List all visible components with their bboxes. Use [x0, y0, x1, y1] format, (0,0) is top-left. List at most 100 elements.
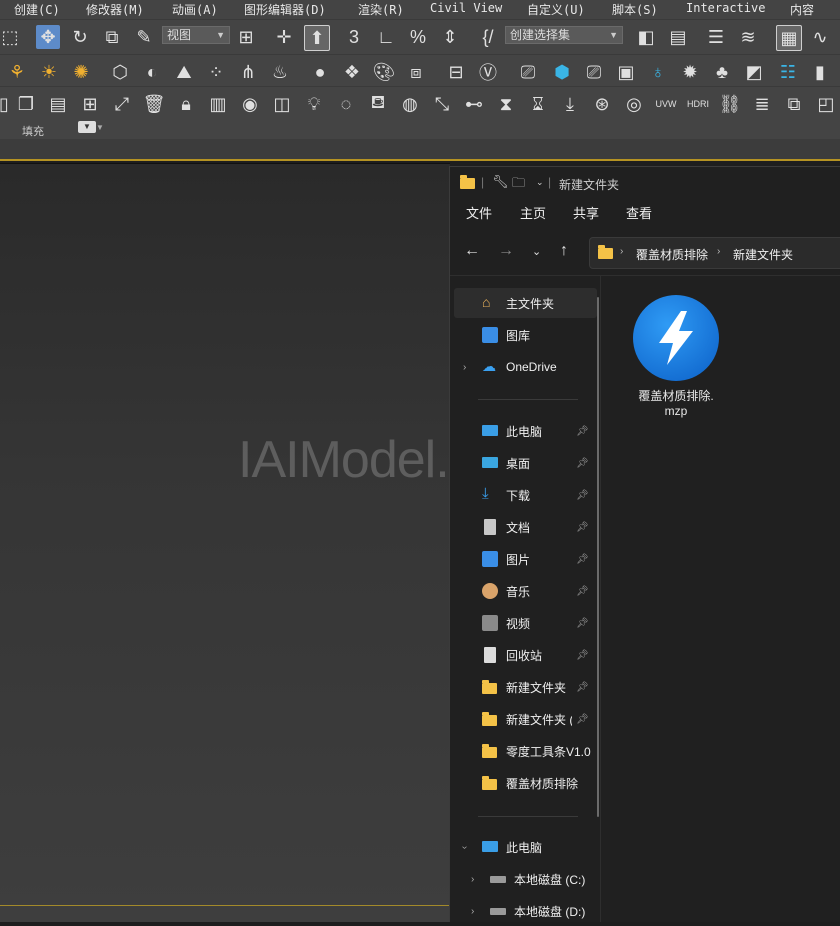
pin-icon[interactable]: 📌︎ [576, 490, 589, 501]
expand-icon[interactable]: ⤢ [110, 92, 134, 116]
sphere-map-icon[interactable]: ◐ [140, 60, 164, 84]
hdri-icon[interactable]: HDRI [686, 92, 710, 116]
properties-icon[interactable]: 🔧︎ [492, 174, 509, 190]
select-region-icon[interactable]: ⬚ [0, 25, 22, 49]
chevron-down-icon[interactable]: ⌄ [536, 177, 544, 188]
menu-create[interactable]: 创建(C) [14, 1, 60, 18]
paint-select-icon[interactable]: ✎ [132, 25, 156, 49]
nav-item-pictures[interactable]: 图片 📌︎ [454, 544, 597, 574]
video-camera-icon[interactable]: ⎚ [582, 60, 606, 84]
uvw-icon[interactable]: UVW [654, 92, 678, 116]
nav-item-drive-d[interactable]: › 本地磁盘 (D:) [454, 896, 597, 926]
shapes-icon[interactable]: ◰ [814, 92, 838, 116]
chevron-right-icon[interactable]: › [463, 362, 466, 373]
chevron-down-icon[interactable]: › [459, 845, 470, 848]
nav-item-folder[interactable]: 覆盖材质排除 [454, 768, 597, 798]
v-logo-icon[interactable]: Ⓥ [476, 60, 500, 84]
tab-file[interactable]: 文件 [466, 203, 492, 222]
transform-icon[interactable]: ⤡ [430, 92, 454, 116]
nav-item-drive-c[interactable]: › 本地磁盘 (C:) [454, 864, 597, 894]
menu-interactive[interactable]: Interactive [686, 1, 765, 15]
nav-item-downloads[interactable]: ⤓ 下载 📌︎ [454, 480, 597, 510]
forward-arrow-icon[interactable]: → [498, 242, 514, 260]
trash-icon[interactable]: 🗑︎ [142, 92, 166, 116]
grass-icon[interactable]: ⋔ [236, 60, 260, 84]
layers-icon[interactable]: ≣ [750, 92, 774, 116]
pin-icon[interactable]: 📌︎ [576, 426, 589, 437]
light-bulb-icon[interactable]: ⚘ [5, 60, 29, 84]
mirror-icon[interactable]: ◧ [634, 25, 658, 49]
material-sphere-icon[interactable]: ● [308, 60, 332, 84]
pin-icon[interactable]: 📌︎ [576, 618, 589, 629]
steering-icon[interactable]: ⊛ [590, 92, 614, 116]
tab-share[interactable]: 共享 [573, 203, 599, 222]
list-icon[interactable]: ☷ [776, 60, 800, 84]
fire-icon[interactable]: ♨ [268, 60, 292, 84]
render-icon[interactable]: ⧈ [404, 60, 428, 84]
align-bars-icon[interactable]: ⧗ [494, 92, 518, 116]
select-manipulate-icon[interactable]: ✛ [272, 25, 296, 49]
chevron-right-icon[interactable]: › [471, 906, 474, 917]
menu-animation[interactable]: 动画(A) [172, 1, 218, 18]
pin-icon[interactable]: 📌︎ [576, 458, 589, 469]
viewport[interactable] [0, 163, 450, 922]
import-icon[interactable]: ⤓ [558, 92, 582, 116]
lock-icon[interactable]: 🔒︎ [174, 92, 198, 116]
palette-icon[interactable]: 🎨︎ [372, 60, 396, 84]
file-item[interactable]: 覆盖材质排除. mzp [630, 295, 722, 418]
edit-named-selection-icon[interactable]: {/ [476, 25, 500, 49]
percent-snap-icon[interactable]: % [406, 25, 430, 49]
nav-item-this-pc-pinned[interactable]: 此电脑 📌︎ [454, 416, 597, 446]
link-icon[interactable]: ⛓︎ [718, 92, 742, 116]
nav-item-folder[interactable]: 零度工具条V1.0 [454, 736, 597, 766]
nav-item-this-pc[interactable]: › 此电脑 [454, 832, 597, 862]
frame-buffer-icon[interactable]: ◩ [742, 60, 766, 84]
nav-item-videos[interactable]: 视频 📌︎ [454, 608, 597, 638]
up-arrow-icon[interactable]: ↑ [560, 242, 568, 260]
nav-item-onedrive[interactable]: › ☁ OneDrive [454, 352, 597, 382]
menu-graph-editors[interactable]: 图形编辑器(D) [244, 1, 326, 18]
pin-icon[interactable]: 📌︎ [576, 554, 589, 565]
nav-item-documents[interactable]: 文档 📌︎ [454, 512, 597, 542]
add-page-icon[interactable]: ⊞ [78, 92, 102, 116]
named-selection-set-dropdown[interactable]: 创建选择集 ▼ [505, 26, 623, 44]
menu-content[interactable]: 内容 [790, 1, 814, 18]
lightbulb-icon[interactable]: 💡︎ [302, 92, 326, 116]
nav-item-recycle-bin[interactable]: 回收站 📌︎ [454, 640, 597, 670]
hourglass-icon[interactable]: ⌛︎ [526, 92, 550, 116]
angle-snap-icon[interactable]: ∟ [374, 25, 398, 49]
target-icon[interactable]: ◎ [622, 92, 646, 116]
breadcrumb-item[interactable]: 覆盖材质排除 [636, 246, 708, 263]
material-balls-icon[interactable]: ❖ [340, 60, 364, 84]
breadcrumb-item[interactable]: 新建文件夹 [733, 246, 793, 263]
eye-icon[interactable]: ◉ [238, 92, 262, 116]
menu-modifiers[interactable]: 修改器(M) [86, 1, 144, 18]
gear-sun-icon[interactable]: ✹ [678, 60, 702, 84]
chevron-right-icon[interactable]: › [471, 874, 474, 885]
scene-explorer-icon[interactable]: ☰ [704, 25, 728, 49]
spinner-snap-icon[interactable]: ⇕ [438, 25, 462, 49]
scale-icon[interactable]: ⧉ [100, 25, 124, 49]
address-bar[interactable]: › 覆盖材质排除 › 新建文件夹 [589, 237, 840, 269]
dashed-circle-icon[interactable]: ◌ [334, 92, 358, 116]
pivot-icon[interactable]: ⊞ [234, 25, 258, 49]
layer-explorer-icon[interactable]: ≋ [736, 25, 760, 49]
align-icon[interactable]: ▤ [666, 25, 690, 49]
curve-editor-icon[interactable]: ∿ [808, 25, 832, 49]
page-icon[interactable]: ▤ [46, 92, 70, 116]
split-view-icon[interactable]: ◫ [270, 92, 294, 116]
group-icon[interactable]: ⧉ [782, 92, 806, 116]
ribbon-menu-icon[interactable]: ▼ [78, 121, 96, 133]
chevron-down-icon[interactable]: ▼ [96, 123, 104, 132]
nav-item-music[interactable]: 音乐 📌︎ [454, 576, 597, 606]
image-frame-icon[interactable]: ▣ [614, 60, 638, 84]
ruler-icon[interactable]: ⊷ [462, 92, 486, 116]
menu-customize[interactable]: 自定义(U) [527, 1, 585, 18]
grid-nodes-icon[interactable]: ⁘ [204, 60, 228, 84]
back-arrow-icon[interactable]: ← [464, 242, 480, 260]
pin-icon[interactable]: 📌︎ [576, 522, 589, 533]
pin-icon[interactable]: 📌︎ [576, 586, 589, 597]
ribbon-toggle-icon[interactable]: ▦ [776, 25, 802, 51]
pin-icon[interactable]: 📌︎ [576, 650, 589, 661]
camera-icon[interactable]: ⎚ [516, 60, 540, 84]
